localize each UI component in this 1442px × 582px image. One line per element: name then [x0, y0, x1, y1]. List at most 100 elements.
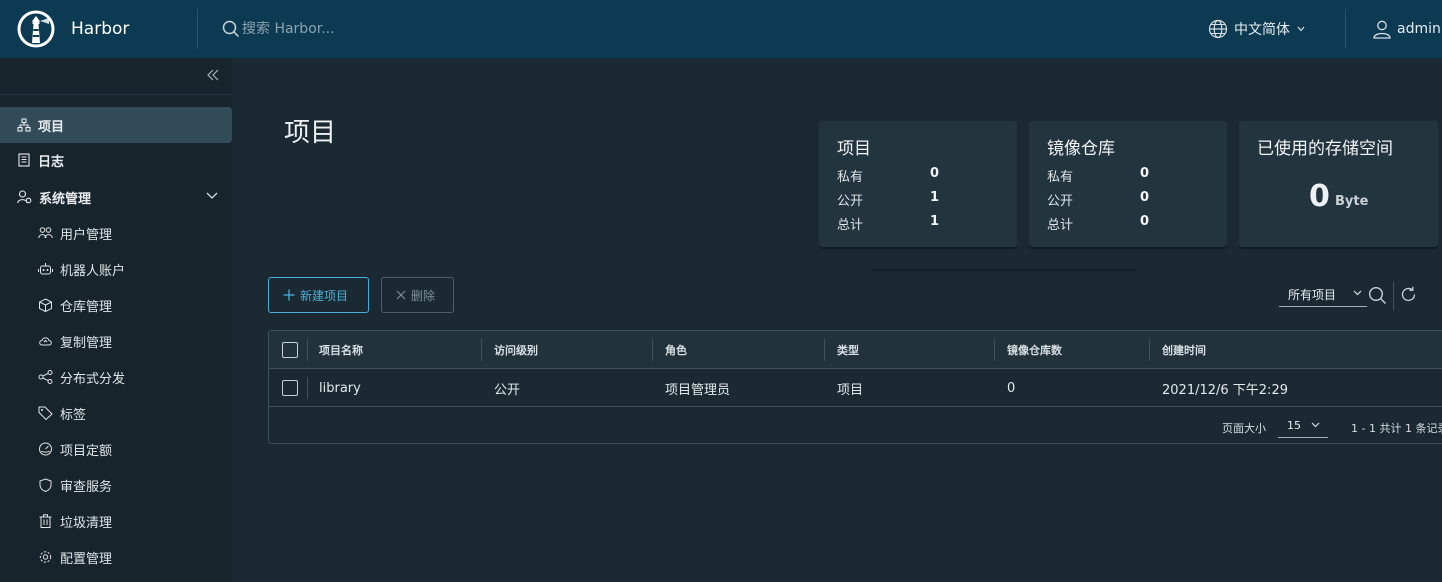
user-menu[interactable]: admin [1372, 0, 1441, 58]
app-title: Harbor [71, 19, 130, 39]
sidebar-item-robot-accounts[interactable]: 机器人账户 [0, 251, 232, 287]
sidebar-item-labels[interactable]: 标签 [0, 395, 232, 431]
gear-icon [38, 550, 53, 564]
page-size-label: 页面大小 [1222, 422, 1266, 435]
brand[interactable]: Harbor [0, 0, 197, 58]
column-header-role[interactable]: 角色 [665, 331, 687, 369]
private-count: 0 [1140, 166, 1150, 181]
search-icon[interactable] [1368, 286, 1387, 305]
sidebar-item-label: 标签 [60, 407, 87, 423]
globe-icon [1208, 19, 1228, 39]
sidebar-item-replications[interactable]: 复制管理 [0, 323, 232, 359]
cell-role: 项目管理员 [665, 382, 731, 398]
sidebar-item-logs[interactable]: 日志 [0, 142, 232, 178]
total-count: 0 [1140, 214, 1150, 229]
username: admin [1397, 21, 1441, 37]
delete-button[interactable]: 删除 [381, 277, 454, 313]
project-name-link[interactable]: library [319, 369, 361, 407]
select-all-checkbox[interactable] [282, 331, 298, 369]
sidebar-item-project-quotas[interactable]: 项目定额 [0, 431, 232, 467]
cell-repo-count: 0 [1007, 380, 1016, 396]
pagination-count: 1 - 1 共计 1 条记录 [1351, 422, 1442, 435]
global-search[interactable] [222, 0, 642, 58]
sidebar-collapse-row [0, 58, 232, 95]
storage-unit: Byte [1335, 194, 1369, 209]
share-icon [38, 370, 53, 384]
trash-icon [38, 514, 53, 528]
sidebar-item-interrogation-services[interactable]: 审查服务 [0, 467, 232, 503]
sidebar-item-label: 日志 [38, 154, 65, 170]
sidebar-item-label: 系统管理 [39, 191, 92, 207]
sidebar-item-registries[interactable]: 仓库管理 [0, 287, 232, 323]
sidebar-item-user-management[interactable]: 用户管理 [0, 215, 232, 251]
row-checkbox[interactable] [282, 369, 298, 407]
project-icon [17, 118, 31, 132]
chevron-down-icon [1297, 26, 1305, 32]
card-title: 已使用的存储空间 [1257, 139, 1393, 159]
project-filter-select[interactable]: 所有项目 [1279, 282, 1367, 307]
repositories-summary-card: 镜像仓库 私有 0 公开 0 总计 0 [1029, 121, 1227, 247]
language-switcher[interactable]: 中文简体 [1208, 0, 1305, 58]
sidebar-item-configuration[interactable]: 配置管理 [0, 539, 232, 575]
column-header-repo-count[interactable]: 镜像仓库数 [1007, 331, 1062, 369]
header-divider [1345, 9, 1346, 49]
sidebar-item-label: 垃圾清理 [60, 515, 113, 531]
plus-icon [283, 289, 295, 301]
column-header-type[interactable]: 类型 [837, 331, 859, 369]
chevron-down-icon[interactable] [206, 192, 218, 200]
page-title: 项目 [284, 118, 337, 148]
storage-value: 0 [1309, 179, 1330, 214]
public-label: 公开 [837, 194, 864, 209]
user-icon [1372, 19, 1392, 39]
admin-icon [17, 190, 32, 204]
total-label: 总计 [1047, 218, 1074, 233]
dashboard-icon [38, 442, 53, 456]
page-size-select[interactable]: 15 [1278, 414, 1328, 438]
private-label: 私有 [1047, 170, 1074, 185]
column-header-access[interactable]: 访问级别 [494, 331, 538, 369]
private-count: 0 [930, 166, 940, 181]
cloud-sync-icon [38, 334, 53, 348]
card-title: 镜像仓库 [1047, 139, 1115, 159]
new-project-label: 新建项目 [300, 288, 349, 303]
new-project-button[interactable]: 新建项目 [268, 277, 369, 313]
table-footer: 页面大小 15 1 - 1 共计 1 条记录 [269, 408, 1442, 443]
card-title: 项目 [837, 139, 871, 159]
sidebar-item-label: 分布式分发 [60, 371, 126, 387]
sidebar-item-garbage-collection[interactable]: 垃圾清理 [0, 503, 232, 539]
sidebar-item-label: 仓库管理 [60, 299, 113, 315]
sidebar-item-projects[interactable]: 项目 [0, 107, 232, 143]
sidebar-item-admin[interactable]: 系统管理 [0, 179, 232, 215]
shield-icon [38, 478, 53, 492]
sidebar-item-label: 项目 [38, 119, 65, 135]
log-icon [17, 153, 31, 167]
robot-icon [38, 262, 53, 276]
delete-label: 删除 [411, 288, 436, 303]
public-count: 1 [930, 190, 940, 205]
table-header: 项目名称 访问级别 角色 类型 镜像仓库数 创建时间 [269, 331, 1442, 369]
private-label: 私有 [837, 170, 864, 185]
sidebar-item-label: 复制管理 [60, 335, 113, 351]
page-size-value: 15 [1287, 419, 1301, 432]
public-count: 0 [1140, 190, 1150, 205]
column-header-name[interactable]: 项目名称 [319, 331, 363, 369]
total-count: 1 [930, 214, 940, 229]
search-icon[interactable] [222, 20, 240, 38]
close-icon [396, 290, 406, 300]
storage-summary-card: 已使用的存储空间 0 Byte [1239, 121, 1438, 247]
tag-icon [38, 406, 53, 420]
sidebar-item-label: 项目定额 [60, 443, 113, 459]
refresh-icon[interactable] [1400, 286, 1417, 303]
top-header: Harbor 中文简体 admin [0, 0, 1442, 58]
search-input[interactable] [242, 21, 622, 37]
column-header-created[interactable]: 创建时间 [1162, 331, 1206, 369]
sidebar-item-label: 用户管理 [60, 227, 113, 243]
sidebar-item-label: 机器人账户 [60, 263, 126, 279]
collapse-sidebar-icon[interactable] [206, 69, 220, 81]
chevron-down-icon [1353, 290, 1362, 296]
chevron-down-icon [1311, 422, 1320, 428]
sidebar-item-distributions[interactable]: 分布式分发 [0, 359, 232, 395]
cell-access-level: 公开 [494, 382, 521, 398]
harbor-logo-icon [16, 9, 56, 49]
card-divider [872, 269, 1136, 271]
